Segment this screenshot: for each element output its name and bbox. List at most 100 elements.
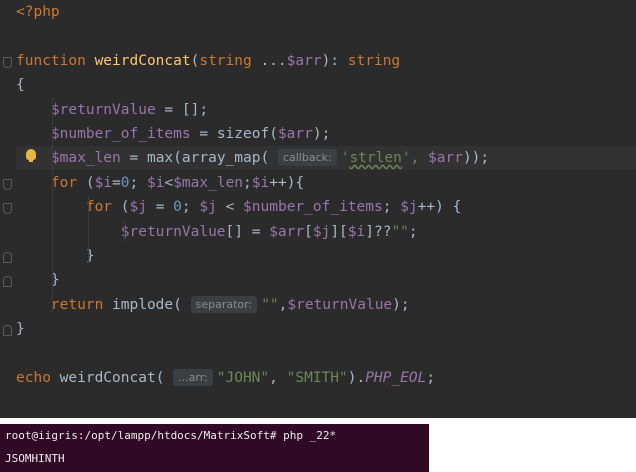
code-token: [] = <box>225 224 270 240</box>
code-token: echo <box>16 370 60 386</box>
code-token: $arr <box>277 126 313 142</box>
parameter-hint: separator: <box>190 296 258 313</box>
code-line[interactable] <box>16 24 636 48</box>
code-token: } <box>16 248 95 264</box>
code-token: for <box>50 175 86 191</box>
code-token: weirdConcat <box>59 370 156 386</box>
code-token: ( <box>173 150 182 166</box>
code-line[interactable]: $returnValue = []; <box>16 98 636 122</box>
code-line[interactable]: function weirdConcat(string ...$arr): st… <box>16 49 636 73</box>
code-token: for <box>85 199 121 215</box>
code-token: $returnValue <box>287 297 393 313</box>
code-token: ; <box>129 175 147 191</box>
code-token: $i <box>94 175 113 191</box>
code-token: "SMITH" <box>286 370 348 386</box>
code-token: $arr <box>269 224 305 240</box>
code-line[interactable]: { <box>16 73 636 97</box>
code-token: $max_len <box>50 150 121 166</box>
code-token: $j <box>129 199 147 215</box>
code-line[interactable]: $max_len = max(array_map( callback:'strl… <box>16 146 636 170</box>
code-token: = <box>146 199 174 215</box>
code-token: PHP_EOL <box>365 370 427 386</box>
code-token: $max_len <box>173 175 244 191</box>
code-token: $i <box>251 175 270 191</box>
code-token: $arr <box>286 53 322 69</box>
code-editor[interactable]: <?php function weirdConcat(string ...$arr… <box>0 0 636 418</box>
code-token: ( <box>120 199 130 215</box>
code-token: ; <box>382 199 401 215</box>
terminal-panel[interactable]: root@iigris:/opt/lampp/htdocs/MatrixSoft… <box>0 424 429 472</box>
code-line[interactable]: echo weirdConcat( ...arr: "JOHN", "SMITH"… <box>16 366 636 390</box>
code-token: function <box>16 53 95 69</box>
code-token: < <box>216 199 244 215</box>
code-token: $number_of_items <box>50 126 191 142</box>
code-token: $arr <box>428 150 463 166</box>
code-token: ]?? <box>365 224 392 240</box>
code-token: ', <box>401 150 429 166</box>
code-token: ( <box>155 370 174 386</box>
code-token: return <box>50 297 113 313</box>
code-token: [ <box>304 224 313 240</box>
code-token: = <box>190 126 217 142</box>
fold-outer-end-icon[interactable] <box>3 276 12 287</box>
code-line[interactable]: for ($j = 0; $j < $number_of_items; $j++… <box>16 195 636 219</box>
code-token: "" <box>391 224 409 240</box>
code-token: ; <box>408 224 418 240</box>
code-token: 0 <box>173 199 182 215</box>
code-line[interactable]: $returnValue[] = $arr[$j][$i]??""; <box>16 220 636 244</box>
code-token: = <box>112 175 121 191</box>
code-token: ; <box>181 199 200 215</box>
code-token: $i <box>146 175 165 191</box>
code-token: ). <box>347 370 366 386</box>
code-token: ( <box>85 175 95 191</box>
code-line[interactable] <box>16 342 636 366</box>
code-line[interactable]: return implode( separator: "",$returnValu… <box>16 293 636 317</box>
code-token: { <box>16 77 25 93</box>
code-token: "JOHN" <box>216 370 270 386</box>
code-token: ( <box>269 126 278 142</box>
fold-outer-for-icon[interactable] <box>3 179 12 190</box>
code-line[interactable]: <?php <box>16 0 636 24</box>
code-token: = <box>120 150 147 166</box>
code-token: } <box>16 321 25 337</box>
terminal-output-line: JSOMHINTH <box>5 452 65 465</box>
lightbulb-icon[interactable] <box>26 149 36 162</box>
code-token: ][ <box>330 224 348 240</box>
code-token: $j <box>199 199 217 215</box>
code-token: ( <box>173 297 191 313</box>
fold-inner-end-icon[interactable] <box>3 252 12 263</box>
code-token: sizeof <box>216 126 270 142</box>
code-token: ++){ <box>269 175 305 191</box>
code-token: strlen <box>349 150 402 166</box>
code-token: )); <box>462 150 490 166</box>
code-token: $number_of_items <box>243 199 383 215</box>
parameter-hint: callback: <box>277 149 337 166</box>
code-token: string <box>347 53 401 69</box>
code-token: "" <box>261 297 279 313</box>
code-token: ; <box>426 370 436 386</box>
fold-function-end-icon[interactable] <box>3 325 12 336</box>
code-token: } <box>16 272 60 288</box>
indent-guide <box>52 98 53 312</box>
code-line[interactable]: } <box>16 317 636 341</box>
code-line[interactable]: $number_of_items = sizeof($arr); <box>16 122 636 146</box>
code-token: ); <box>312 126 331 142</box>
indent-guide <box>88 195 89 265</box>
code-token: 0 <box>120 175 130 191</box>
fold-inner-for-icon[interactable] <box>3 203 12 214</box>
code-token: $j <box>312 224 331 240</box>
code-token: <?php <box>16 4 60 20</box>
code-token: ; <box>243 175 252 191</box>
fold-function-icon[interactable] <box>3 57 12 68</box>
code-line[interactable]: for ($i=0; $i<$max_len;$i++){ <box>16 171 636 195</box>
code-line[interactable]: } <box>16 268 636 292</box>
code-line[interactable]: } <box>16 244 636 268</box>
code-token: $i <box>347 224 366 240</box>
code-token: ): <box>321 53 348 69</box>
code-token: string <box>199 53 261 69</box>
